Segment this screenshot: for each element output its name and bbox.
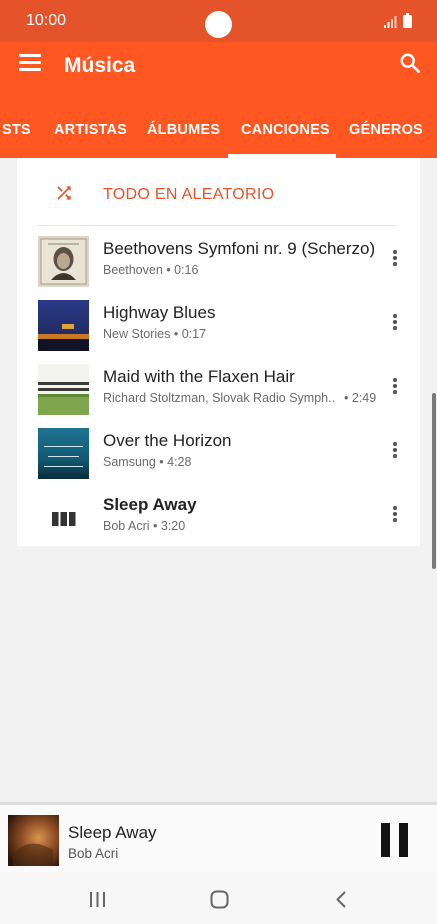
category-tabs: STS ARTISTAS ÁLBUMES CANCIONES GÉNEROS [0,90,437,158]
page-title: Música [64,54,136,77]
now-playing-artist: Bob Acri [68,846,119,861]
song-subtitle: Beethoven • 0:16 [103,263,199,277]
more-options-icon[interactable] [388,314,402,336]
now-playing-bars-icon [52,512,76,526]
more-options-icon[interactable] [388,378,402,400]
song-title: Sleep Away [103,495,197,514]
tab-songs[interactable]: CANCIONES [241,122,330,138]
shuffle-all-button[interactable]: TODO EN ALEATORIO [17,158,420,225]
song-subtitle: Samsung • 4:28 [103,455,192,469]
now-playing-album-art [8,815,59,866]
song-subtitle: Bob Acri • 3:20 [103,519,186,533]
song-title: Maid with the Flaxen Hair [103,367,295,386]
more-options-icon[interactable] [388,442,402,464]
signal-icon [384,16,397,28]
system-icons [384,13,412,28]
song-row-playing[interactable]: Sleep Away Bob Acri • 3:20 [17,485,420,549]
camera-cutout [205,11,232,38]
beethoven-album-art [38,236,89,287]
mini-player[interactable]: Sleep Away Bob Acri [0,802,437,875]
song-title: Over the Horizon [103,431,232,450]
search-icon[interactable] [399,52,421,74]
scrollbar[interactable] [432,393,436,569]
tab-genres[interactable]: GÉNEROS [349,122,423,138]
song-row[interactable]: Highway Blues New Stories • 0:17 [17,293,420,357]
song-list: TODO EN ALEATORIO Beethovens Symfoni nr.… [17,158,420,546]
more-options-icon[interactable] [388,506,402,528]
song-duration: • 2:49 [344,391,377,405]
shuffle-icon [57,186,71,200]
highway-album-art [38,300,89,351]
status-bar: 10:00 [0,0,437,42]
home-icon[interactable] [210,890,229,909]
now-playing-title: Sleep Away [68,823,157,842]
horizon-album-art [38,428,89,479]
song-subtitle: New Stories • 0:17 [103,327,207,341]
stoltzman-album-art [38,364,89,415]
song-subtitle: Richard Stoltzman, Slovak Radio Symph.. [103,391,336,405]
status-time: 10:00 [26,12,67,29]
song-row[interactable]: Over the Horizon Samsung • 4:28 [17,421,420,485]
song-title: Beethovens Symfoni nr. 9 (Scherzo) [103,239,376,258]
song-row[interactable]: Maid with the Flaxen Hair Richard Stoltz… [17,357,420,421]
tab-albums[interactable]: ÁLBUMES [147,122,220,138]
tab-playlists[interactable]: STS [2,122,31,138]
system-nav-bar [0,872,437,924]
battery-icon [403,13,412,28]
pause-icon[interactable] [381,823,408,857]
app-bar: Música [0,42,437,90]
song-row[interactable]: Beethovens Symfoni nr. 9 (Scherzo) Beeth… [17,229,420,293]
recent-apps-icon[interactable] [89,891,106,908]
menu-icon[interactable] [19,54,41,74]
divider [37,225,398,226]
back-icon[interactable] [335,890,347,909]
more-options-icon[interactable] [388,250,402,272]
shuffle-all-label: TODO EN ALEATORIO [103,186,275,203]
tab-artists[interactable]: ARTISTAS [54,122,127,138]
song-title: Highway Blues [103,303,216,322]
